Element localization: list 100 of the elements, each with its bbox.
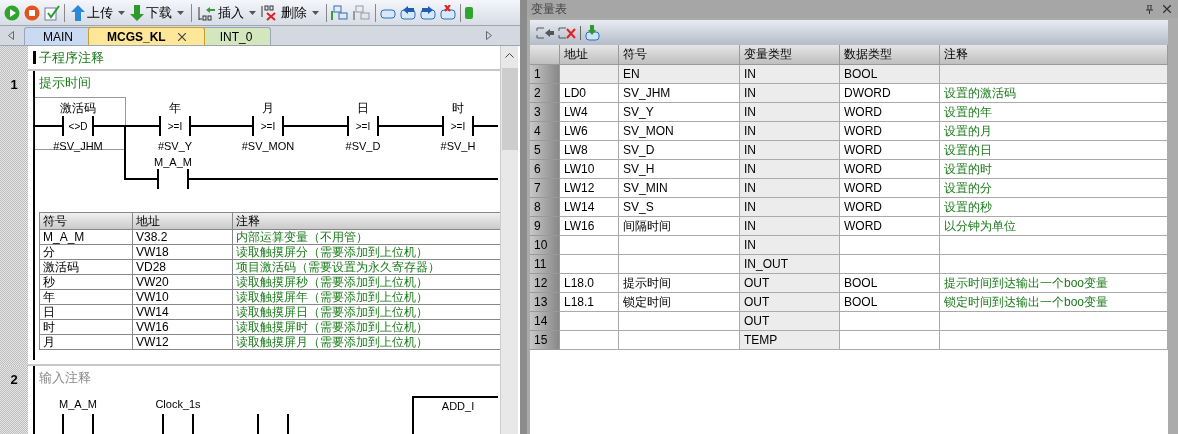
pin-icon[interactable] <box>1146 4 1153 14</box>
panel-title: 变量表 <box>531 1 567 18</box>
contact-label: 年 <box>169 101 181 115</box>
left-arrow-box-icon[interactable] <box>400 4 416 21</box>
scroll-left-icon[interactable] <box>8 31 14 40</box>
right-arrow-box-icon[interactable] <box>420 4 436 21</box>
table-cell: BOOL <box>844 276 878 290</box>
table-cell: 时 <box>40 320 133 335</box>
caret-icon[interactable] <box>249 10 256 15</box>
table-row[interactable]: 10 IN <box>530 236 1168 255</box>
table-row[interactable]: 14 OUT <box>530 312 1168 331</box>
toolbar-button[interactable]: 上传 <box>69 1 115 24</box>
run-icon[interactable] <box>4 4 20 21</box>
scroll-up-icon[interactable] <box>505 53 514 58</box>
compare-operator: >=I <box>167 121 183 132</box>
arrow-up-icon <box>71 4 85 21</box>
contact-symbol[interactable] <box>159 115 191 137</box>
caret-icon[interactable] <box>312 10 319 15</box>
contact-label: 月 <box>262 101 274 115</box>
table-cell: SV_H <box>623 162 655 176</box>
delete-box-icon[interactable] <box>440 4 456 21</box>
table-row[interactable]: 9 LW16 间隔时间 IN WORD 以分钟为单位 <box>530 217 1168 236</box>
table-cell: IN <box>744 162 756 176</box>
table-cell: WORD <box>844 162 882 176</box>
row-number: 9 <box>530 217 560 236</box>
contact-symbol[interactable] <box>157 168 189 190</box>
table-cell: L18.1 <box>564 295 595 309</box>
close-icon[interactable] <box>1163 5 1171 13</box>
table-cell: WORD <box>844 219 882 233</box>
scrollbar[interactable] <box>500 46 518 434</box>
network-comment[interactable]: 输入注释 <box>39 368 91 388</box>
table-cell: 设置的时 <box>944 162 992 176</box>
table-cell: WORD <box>844 200 882 214</box>
contact-label: M_A_M <box>154 156 192 168</box>
toolbar-icon[interactable] <box>465 4 473 21</box>
row-number: 11 <box>530 255 560 274</box>
contact-symbol[interactable] <box>442 115 474 137</box>
table-row[interactable]: 6 LW10 SV_H IN WORD 设置的时 <box>530 160 1168 179</box>
caret-icon[interactable] <box>118 10 125 15</box>
table-row[interactable]: 8 LW14 SV_S IN WORD 设置的秒 <box>530 198 1168 217</box>
network-comment[interactable]: 提示时间 <box>39 73 91 93</box>
table-cell: VW20 <box>133 275 233 290</box>
caret-icon[interactable] <box>177 10 184 15</box>
row-number: 5 <box>530 141 560 160</box>
table-row[interactable]: 2 LD0 SV_JHM IN DWORD 设置的激活码 <box>530 84 1168 103</box>
table-row[interactable]: 7 LW12 SV_MIN IN WORD 设置的分 <box>530 179 1168 198</box>
table-row[interactable]: 5 LW8 SV_D IN WORD 设置的日 <box>530 141 1168 160</box>
contact-symbol[interactable] <box>257 413 289 434</box>
table-row[interactable]: 4 LW6 SV_MON IN WORD 设置的月 <box>530 122 1168 141</box>
table-cell: BOOL <box>844 295 878 309</box>
table-row[interactable]: 1 EN IN BOOL <box>530 65 1168 84</box>
scrollbar-thumb[interactable] <box>501 68 518 150</box>
table-cell: WORD <box>844 143 882 157</box>
tab[interactable]: MCGS_KL <box>88 27 205 45</box>
row-number: 8 <box>530 198 560 217</box>
contact-symbol[interactable] <box>162 413 194 434</box>
contact-symbol[interactable] <box>62 115 94 137</box>
function-box[interactable] <box>412 396 498 434</box>
table-cell: 年 <box>40 290 133 305</box>
table-row[interactable]: 11 IN_OUT <box>530 255 1168 274</box>
table-cell: V38.2 <box>133 230 233 245</box>
network-icon[interactable] <box>353 4 371 21</box>
table-cell: WORD <box>844 105 882 119</box>
contact-symbol[interactable] <box>252 115 284 137</box>
table-cell: SV_JHM <box>623 86 671 100</box>
row-number: 4 <box>530 122 560 141</box>
delete-row-icon[interactable] <box>558 25 576 40</box>
table-cell: IN <box>744 86 756 100</box>
table-cell: 设置的年 <box>944 105 992 119</box>
scroll-right-icon[interactable] <box>486 31 492 40</box>
contact-symbol[interactable] <box>347 115 379 137</box>
table-row[interactable]: 3 LW4 SV_Y IN WORD 设置的年 <box>530 103 1168 122</box>
download-icon[interactable] <box>585 24 601 41</box>
table-cell: 日 <box>40 305 133 320</box>
toolbar-button[interactable]: 插入 <box>196 1 246 24</box>
table-row[interactable]: 15 TEMP <box>530 331 1168 350</box>
insert-row-icon[interactable] <box>536 25 554 40</box>
arrow-down-icon <box>130 4 144 21</box>
contact-symbol[interactable] <box>62 413 94 434</box>
table-cell: 设置的激活码 <box>944 86 1016 100</box>
table-row[interactable]: 13 L18.1 锁定时间 OUT BOOL 锁定时间到达输出一个boo变量 <box>530 293 1168 312</box>
stop-icon[interactable] <box>24 4 40 21</box>
row-number: 7 <box>530 179 560 198</box>
table-cell: WORD <box>844 124 882 138</box>
check-document-icon[interactable] <box>44 4 60 21</box>
table-cell: 设置的分 <box>944 181 992 195</box>
table-cell: IN <box>744 105 756 119</box>
toolbar-button[interactable]: 删除 <box>259 1 309 24</box>
network-icon[interactable] <box>331 4 349 21</box>
contact-label: M_A_M <box>59 398 97 410</box>
compare-operator: >=I <box>450 121 466 132</box>
column-header: 符号 <box>40 213 133 230</box>
contact-label: 日 <box>357 101 369 115</box>
close-icon[interactable] <box>177 32 186 41</box>
toolbar-button[interactable]: 下载 <box>128 1 174 24</box>
subroutine-comment[interactable]: 子程序注释 <box>39 47 104 68</box>
table-cell: LW8 <box>564 143 588 157</box>
row-number: 10 <box>530 236 560 255</box>
contact-operand: #SV_H <box>440 140 476 152</box>
table-row[interactable]: 12 L18.0 提示时间 OUT BOOL 提示时间到达输出一个boo变量 <box>530 274 1168 293</box>
